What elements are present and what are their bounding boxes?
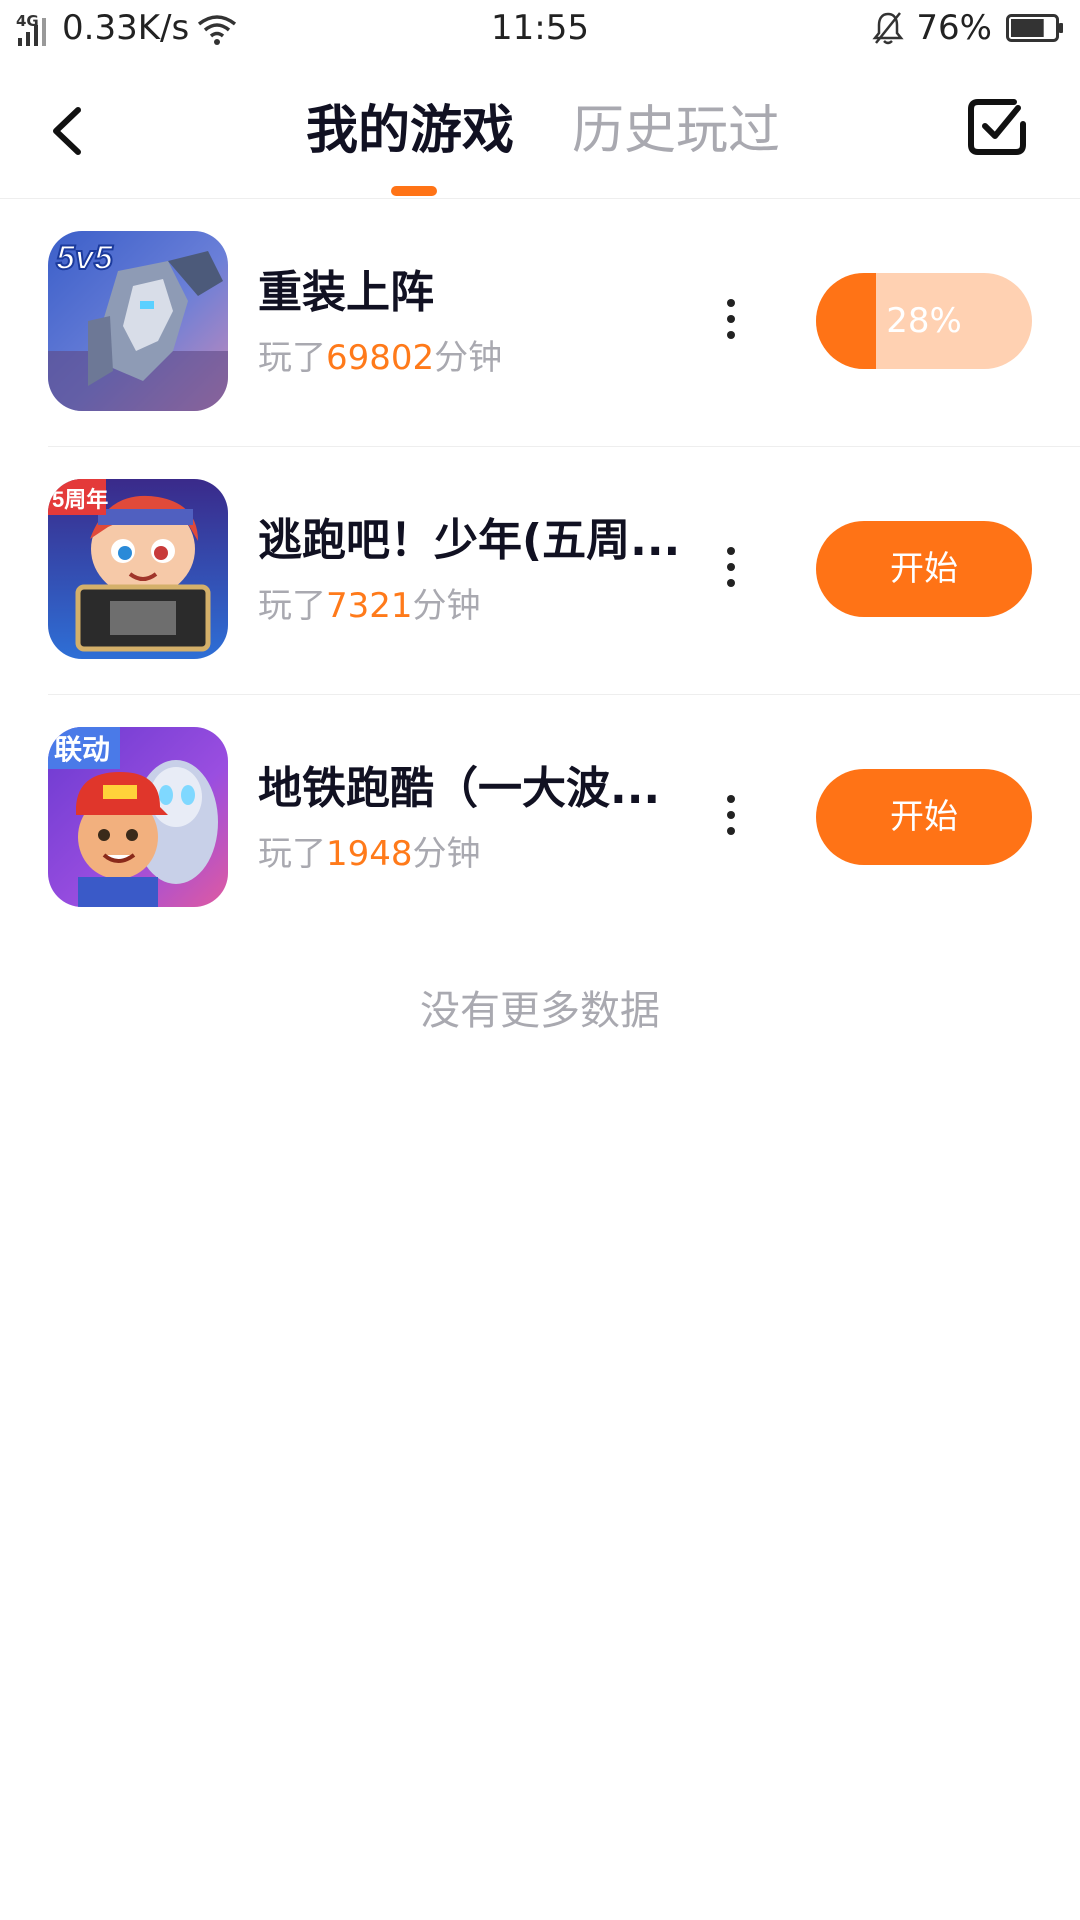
more-vertical-icon[interactable] xyxy=(716,545,746,589)
tab-indicator xyxy=(391,186,437,196)
play-time: 玩了69802分钟 xyxy=(258,335,502,381)
play-time-suffix: 分钟 xyxy=(412,834,481,874)
play-time-prefix: 玩了 xyxy=(258,834,326,874)
game-icon[interactable]: 联动 xyxy=(48,727,228,907)
play-time-prefix: 玩了 xyxy=(258,338,326,378)
nav-bar: 我的游戏 历史玩过 xyxy=(0,58,1080,199)
tab-my-games[interactable]: 我的游戏 xyxy=(306,96,514,166)
battery-icon xyxy=(1006,14,1063,42)
more-vertical-icon[interactable] xyxy=(716,793,746,837)
play-time-prefix: 玩了 xyxy=(258,586,326,626)
play-minutes: 1948 xyxy=(326,834,413,874)
no-more-data-text: 没有更多数据 xyxy=(420,988,660,1034)
svg-text:联动: 联动 xyxy=(54,734,110,765)
bell-muted-icon xyxy=(872,12,905,45)
my-games-page: 4G 0.33K/s 11:55 76% 我的游戏 历史玩过 5v5 重装上阵 … xyxy=(0,0,1080,1920)
download-progress-button[interactable]: 28% xyxy=(816,273,1032,369)
svg-text:5v5: 5v5 xyxy=(56,239,114,277)
game-name: 逃跑吧！少年(五周... xyxy=(258,515,678,566)
game-item[interactable]: 5v5 重装上阵 玩了69802分钟 28% xyxy=(0,199,1080,447)
checkbox-manage-icon[interactable] xyxy=(966,96,1028,158)
progress-fill xyxy=(816,273,877,369)
battery-percent: 76% xyxy=(916,8,992,48)
play-time-suffix: 分钟 xyxy=(412,586,481,626)
robot-game-icon: 5v5 xyxy=(48,231,228,411)
play-time: 玩了7321分钟 xyxy=(258,583,481,629)
more-vertical-icon[interactable] xyxy=(716,297,746,341)
game-name: 重装上阵 xyxy=(258,267,434,318)
status-right: 76% xyxy=(872,8,1064,48)
back-icon[interactable] xyxy=(44,96,94,166)
status-bar: 4G 0.33K/s 11:55 76% xyxy=(0,0,1080,58)
game-icon[interactable]: 5周年 xyxy=(48,479,228,659)
tab-history[interactable]: 历史玩过 xyxy=(572,96,780,166)
game-name: 地铁跑酷（一大波... xyxy=(258,763,661,814)
subway-game-icon: 联动 xyxy=(48,727,228,907)
game-icon[interactable]: 5v5 xyxy=(48,231,228,411)
start-button[interactable]: 开始 xyxy=(816,769,1032,865)
play-time: 玩了1948分钟 xyxy=(258,831,481,877)
game-item[interactable]: 5周年 逃跑吧！少年(五周... 玩了7321分钟 开始 xyxy=(0,447,1080,695)
game-list: 5v5 重装上阵 玩了69802分钟 28% 5周年 逃跑吧！少年(五周... … xyxy=(0,199,1080,943)
start-button[interactable]: 开始 xyxy=(816,521,1032,617)
escape-game-icon: 5周年 xyxy=(48,479,228,659)
progress-label: 28% xyxy=(886,301,962,341)
play-minutes: 69802 xyxy=(326,338,435,378)
play-minutes: 7321 xyxy=(326,586,413,626)
svg-text:5周年: 5周年 xyxy=(52,487,108,512)
game-item[interactable]: 联动 地铁跑酷（一大波... 玩了1948分钟 开始 xyxy=(0,695,1080,943)
play-time-suffix: 分钟 xyxy=(434,338,503,378)
